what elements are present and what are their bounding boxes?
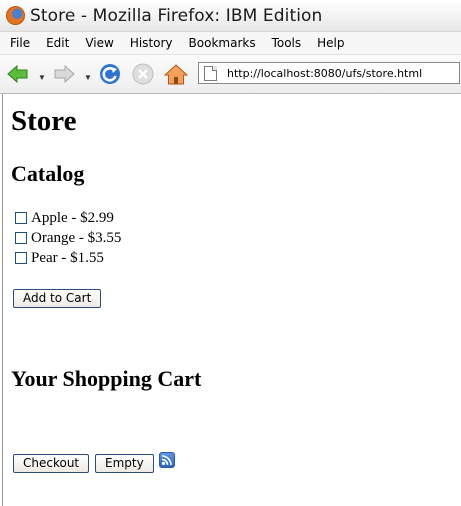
add-to-cart-button[interactable]: Add to Cart (13, 289, 102, 308)
menu-help[interactable]: Help (309, 36, 352, 50)
catalog-item-checkbox[interactable] (15, 212, 27, 224)
page-title: Store (11, 105, 77, 137)
rss-glyph-icon (161, 455, 172, 466)
window-title-bar: Store - Mozilla Firefox: IBM Edition (0, 0, 461, 32)
menu-label: Help (317, 36, 345, 50)
catalog-item-checkbox[interactable] (15, 252, 27, 264)
catalog-item-label: Apple - $2.99 (31, 209, 114, 226)
checkout-button[interactable]: Checkout (13, 454, 90, 473)
window-title: Store - Mozilla Firefox: IBM Edition (30, 5, 323, 26)
menu-file[interactable]: File (0, 36, 38, 50)
catalog-item-label: Pear - $1.55 (31, 249, 104, 266)
back-button[interactable] (6, 63, 30, 85)
stop-button[interactable] (131, 63, 155, 85)
menu-label: Tools (271, 36, 302, 50)
home-button[interactable] (163, 63, 189, 85)
firefox-logo-icon (6, 6, 25, 25)
menu-bookmarks[interactable]: Bookmarks (181, 36, 264, 50)
navigation-toolbar: ▼ ▼ http://localhost:8080/ufs/store.html (0, 55, 461, 94)
menu-tools[interactable]: Tools (264, 36, 310, 50)
menu-label: Edit (46, 36, 70, 50)
page-icon (204, 65, 217, 81)
catalog-item: Pear - $1.55 (14, 248, 121, 268)
menu-label: History (129, 36, 173, 50)
catalog-heading: Catalog (11, 161, 85, 186)
reload-icon (100, 64, 120, 84)
catalog-item-label: Orange - $3.55 (31, 229, 122, 246)
catalog-item: Orange - $3.55 (14, 228, 121, 248)
reload-button[interactable] (98, 63, 122, 85)
forward-icon (54, 64, 75, 84)
menu-label: Bookmarks (188, 36, 256, 50)
menu-label: View (85, 36, 114, 50)
menu-bar: File Edit View History Bookmarks Tools H… (0, 32, 461, 55)
cart-heading: Your Shopping Cart (11, 366, 202, 391)
empty-cart-button[interactable]: Empty (95, 454, 154, 473)
menu-view[interactable]: View (77, 36, 121, 50)
menu-history[interactable]: History (122, 36, 181, 50)
menu-edit[interactable]: Edit (38, 36, 77, 50)
page-content: Store Catalog Apple - $2.99 Orange - $3.… (2, 94, 461, 506)
catalog-item: Apple - $2.99 (14, 208, 121, 228)
url-text: http://localhost:8080/ufs/store.html (227, 66, 423, 80)
forward-dropdown-icon[interactable]: ▼ (84, 73, 92, 82)
home-icon (163, 64, 189, 85)
stop-icon (132, 63, 154, 85)
catalog-list: Apple - $2.99 Orange - $3.55 Pear - $1.5… (14, 208, 121, 268)
back-icon (7, 64, 28, 84)
catalog-item-checkbox[interactable] (15, 232, 27, 244)
rss-feed-icon[interactable] (159, 452, 175, 468)
menu-label: File (10, 36, 31, 50)
back-dropdown-icon[interactable]: ▼ (38, 73, 46, 82)
address-bar[interactable]: http://localhost:8080/ufs/store.html (198, 62, 460, 84)
forward-button[interactable] (52, 63, 76, 85)
